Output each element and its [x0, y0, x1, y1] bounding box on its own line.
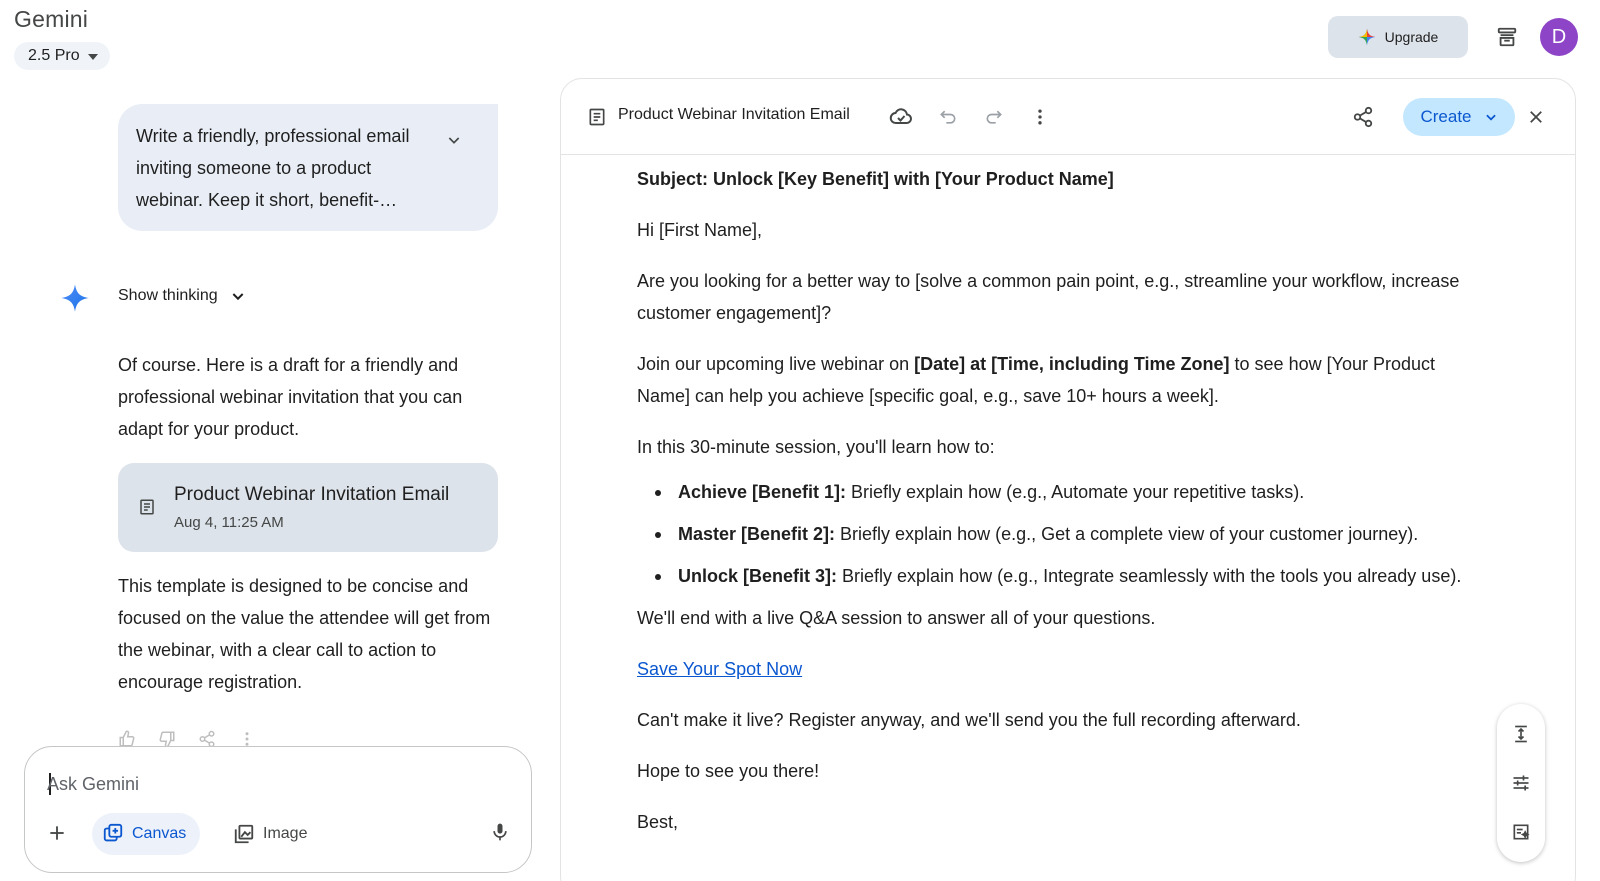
canvas-doc-title: Product Webinar Invitation Email — [618, 106, 850, 123]
doc-card-title: Product Webinar Invitation Email — [174, 484, 450, 505]
close-icon — [1530, 111, 1542, 123]
archive-icon — [1497, 27, 1517, 47]
list-item: Achieve [Benefit 1]: Briefly explain how… — [637, 476, 1467, 508]
app-title: Gemini — [14, 6, 89, 32]
user-prompt-bubble: Write a friendly, professional email inv… — [118, 104, 498, 231]
doc-para-5: Can't make it live? Register anyway, and… — [637, 710, 1301, 730]
image-label: Image — [263, 825, 308, 842]
more-options-button[interactable] — [1025, 102, 1055, 132]
document-icon — [589, 108, 605, 126]
create-button[interactable]: Create — [1403, 98, 1515, 136]
show-thinking-toggle[interactable]: Show thinking — [118, 287, 246, 305]
redo-icon — [986, 110, 1002, 124]
response-outro: This template is designed to be concise … — [118, 576, 491, 692]
image-tool-button[interactable]: Image — [225, 813, 319, 855]
canvas-doc-card[interactable]: Product Webinar Invitation Email Aug 4, … — [118, 463, 498, 552]
doc-para-1: Are you looking for a better way to [sol… — [637, 271, 1460, 323]
avatar-letter: D — [1551, 25, 1567, 48]
cloud-saved-button[interactable] — [886, 102, 916, 132]
doc-para-4: We'll end with a live Q&A session to ans… — [637, 608, 1156, 628]
redo-button[interactable] — [979, 102, 1009, 132]
benefit-text: Briefly explain how (e.g., Get a complet… — [835, 524, 1419, 544]
benefit-text: Briefly explain how (e.g., Automate your… — [846, 482, 1305, 502]
suggest-edits-button[interactable] — [1509, 820, 1533, 844]
undo-button[interactable] — [933, 102, 963, 132]
ask-gemini-input[interactable] — [47, 769, 487, 799]
doc-signoff: Best, — [637, 812, 679, 832]
user-prompt-text: Write a friendly, professional email inv… — [136, 126, 410, 210]
benefit-bold: Achieve [Benefit 1]: — [678, 482, 847, 502]
gemini-spark-icon — [61, 284, 89, 312]
caret-down-icon — [87, 53, 98, 60]
avatar[interactable]: D — [1540, 18, 1578, 56]
prompt-input-box: Canvas Image — [24, 746, 532, 873]
benefit-text: Briefly explain how (e.g., Integrate sea… — [837, 566, 1462, 586]
benefit-bold: Master [Benefit 2]: — [678, 524, 836, 544]
doc-para-2-bold: [Date] at [Time, including Time Zone] — [914, 354, 1230, 374]
model-label: 2.5 Pro — [28, 47, 80, 64]
more-vertical-icon — [1038, 109, 1042, 125]
chevron-down-icon[interactable] — [446, 132, 462, 148]
doc-card-date: Aug 4, 11:25 AM — [174, 514, 284, 531]
edit-note-icon — [1513, 824, 1530, 840]
canvas-icon — [103, 823, 123, 842]
model-selector[interactable]: 2.5 Pro — [14, 42, 110, 70]
microphone-icon — [493, 823, 507, 841]
benefit-list: Achieve [Benefit 1]: Briefly explain how… — [637, 476, 1467, 592]
canvas-label: Canvas — [132, 825, 187, 842]
share-icon — [1353, 106, 1373, 128]
doc-para-3: In this 30-minute session, you'll learn … — [637, 437, 995, 457]
list-item: Master [Benefit 2]: Briefly explain how … — [637, 518, 1467, 550]
plus-icon — [50, 826, 64, 840]
tune-icon — [1513, 775, 1529, 791]
doc-para-2: Join our upcoming live webinar on [Date]… — [637, 348, 1467, 412]
canvas-tool-button[interactable]: Canvas — [92, 813, 201, 855]
chevron-down-icon — [1485, 114, 1496, 121]
share-button[interactable] — [1348, 102, 1378, 132]
undo-icon — [940, 110, 956, 124]
floating-edit-tools — [1497, 704, 1545, 862]
close-canvas-button[interactable] — [1521, 102, 1551, 132]
cloud-done-icon — [889, 108, 912, 124]
list-item: Unlock [Benefit 3]: Briefly explain how … — [637, 560, 1467, 592]
adjust-length-button[interactable] — [1509, 722, 1533, 746]
sparkle-icon — [1358, 28, 1375, 46]
upgrade-label: Upgrade — [1384, 29, 1439, 45]
archive-button[interactable] — [1494, 24, 1520, 50]
image-icon — [234, 824, 254, 844]
canvas-document[interactable]: Subject: Unlock [Key Benefit] with [Your… — [637, 163, 1467, 857]
add-attachment-button[interactable] — [43, 819, 71, 847]
benefit-bold: Unlock [Benefit 3]: — [678, 566, 838, 586]
response-intro: Of course. Here is a draft for a friendl… — [118, 355, 463, 439]
doc-para-2-pre: Join our upcoming live webinar on — [637, 354, 915, 374]
create-label: Create — [1420, 107, 1472, 126]
length-icon — [1515, 725, 1527, 743]
doc-subject: Subject: Unlock [Key Benefit] with [Your… — [637, 169, 1114, 189]
microphone-button[interactable] — [485, 817, 515, 847]
upgrade-button[interactable]: Upgrade — [1328, 16, 1468, 58]
settings-tune-button[interactable] — [1509, 771, 1533, 795]
canvas-toolbar: Product Webinar Invitation Email Create — [561, 79, 1575, 155]
show-thinking-label: Show thinking — [118, 287, 218, 304]
canvas-panel: Product Webinar Invitation Email Create — [560, 78, 1576, 881]
document-icon — [140, 499, 154, 515]
doc-greeting: Hi [First Name], — [637, 220, 763, 240]
doc-para-6: Hope to see you there! — [637, 761, 820, 781]
chevron-down-icon — [232, 293, 243, 301]
save-spot-link[interactable]: Save Your Spot Now — [637, 659, 802, 679]
